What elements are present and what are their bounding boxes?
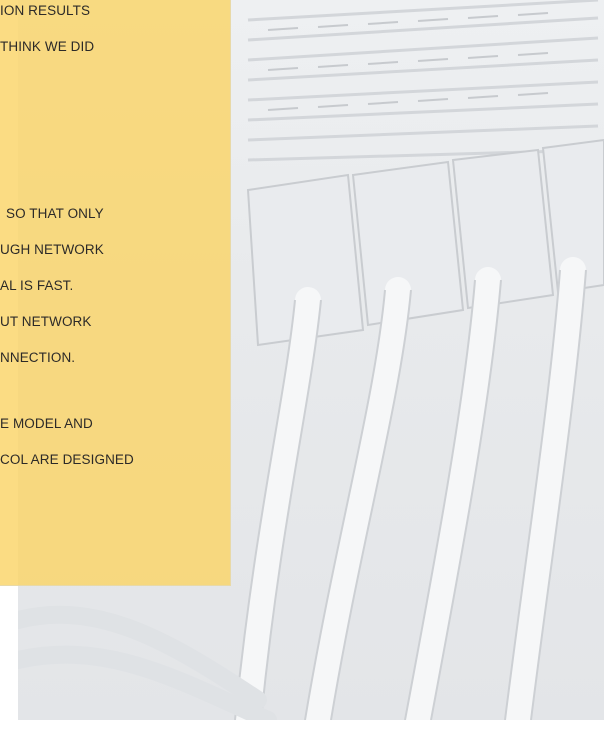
text-line-4: UGH NETWORK [0, 242, 104, 257]
patch-cables [235, 257, 586, 720]
text-line-1: ION RESULTS [0, 3, 91, 18]
text-overlay-panel: ION RESULTS THINK WE DID SO THAT ONLY UG… [0, 0, 231, 586]
text-line-6: UT NETWORK [0, 314, 92, 329]
text-line-5: AL IS FAST. [0, 278, 74, 293]
text-line-2: THINK WE DID [0, 39, 95, 54]
text-line-3: SO THAT ONLY [6, 206, 104, 221]
text-line-8: E MODEL AND [0, 416, 93, 431]
text-line-9: COL ARE DESIGNED [0, 452, 134, 467]
rack-vents [247, 0, 599, 162]
text-line-7: NNECTION. [0, 350, 76, 365]
cable-bundle-left [18, 605, 277, 720]
